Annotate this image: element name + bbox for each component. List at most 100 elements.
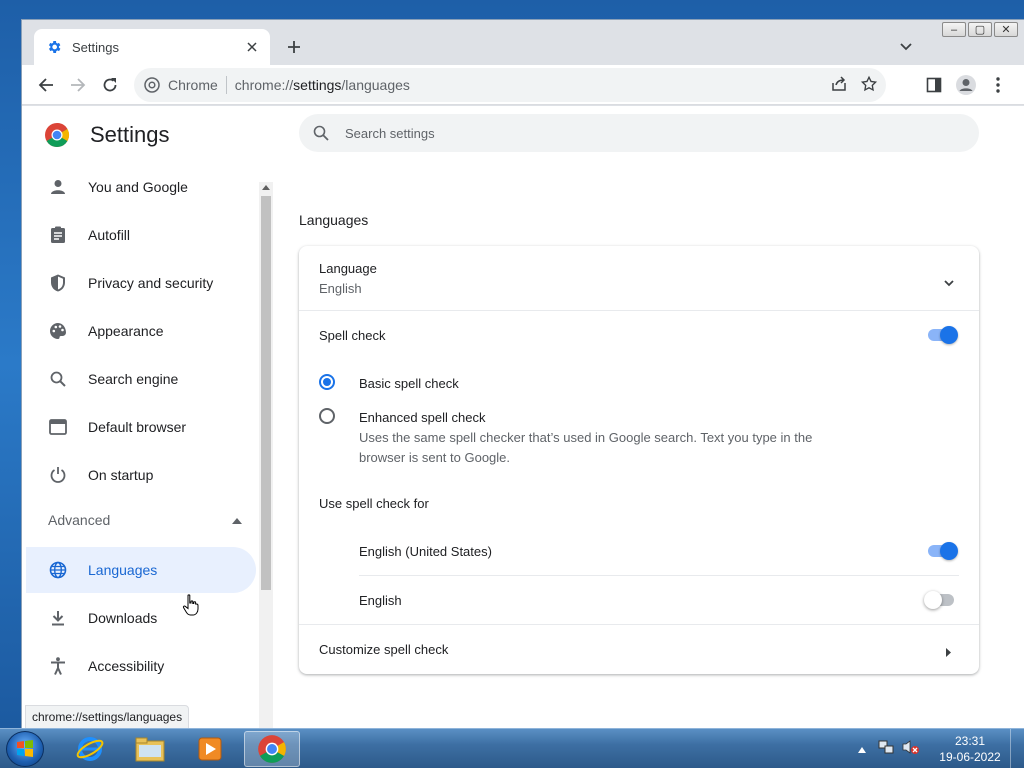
spell-lang-english-us-toggle[interactable] bbox=[926, 541, 960, 561]
sidebar-item-label: Downloads bbox=[88, 610, 158, 626]
gear-icon bbox=[46, 39, 62, 55]
download-icon bbox=[48, 608, 68, 628]
settings-sidebar: You and Google Autofill Privacy and secu… bbox=[22, 164, 258, 728]
spell-check-toggle[interactable] bbox=[926, 325, 960, 345]
status-bar-url: chrome://settings/languages bbox=[25, 705, 190, 728]
back-button[interactable] bbox=[34, 73, 58, 97]
toolbar: Chrome chrome://settings/languages bbox=[22, 65, 1024, 105]
shield-icon bbox=[48, 273, 68, 293]
sidebar-item-privacy-and-security[interactable]: Privacy and security bbox=[26, 260, 256, 306]
spell-lang-english-us-label: English (United States) bbox=[359, 544, 492, 559]
settings-page: Settings Search settings You and Google … bbox=[22, 106, 1024, 728]
side-panel-icon[interactable] bbox=[922, 73, 946, 97]
use-spell-check-for-label: Use spell check for bbox=[319, 496, 429, 511]
basic-spell-check-radio[interactable] bbox=[319, 374, 335, 390]
search-placeholder: Search settings bbox=[345, 125, 435, 141]
sidebar-item-default-browser[interactable]: Default browser bbox=[26, 404, 256, 450]
sidebar-advanced-toggle[interactable]: Advanced bbox=[26, 500, 256, 540]
clipboard-icon bbox=[48, 225, 68, 245]
sidebar-item-label: Default browser bbox=[88, 419, 187, 435]
system-tray: 23:31 19-06-2022 bbox=[858, 729, 1024, 768]
sidebar-item-label: Privacy and security bbox=[88, 275, 214, 291]
taskbar-internet-explorer[interactable] bbox=[62, 731, 118, 767]
chevron-down-icon[interactable] bbox=[944, 274, 954, 292]
sidebar-item-label: Autofill bbox=[88, 227, 131, 243]
language-label: Language bbox=[319, 261, 377, 276]
enhanced-spell-check-description-2: browser is sent to Google. bbox=[359, 450, 511, 465]
caret-up-icon bbox=[232, 511, 242, 529]
settings-header: Settings bbox=[44, 122, 170, 148]
sidebar-item-label: Languages bbox=[88, 562, 158, 578]
url-path: /languages bbox=[341, 77, 410, 93]
url-host: settings bbox=[293, 77, 342, 93]
start-button[interactable] bbox=[6, 731, 44, 767]
spell-lang-english-toggle[interactable] bbox=[924, 590, 958, 610]
taskbar-chrome[interactable] bbox=[244, 731, 300, 767]
new-tab-button[interactable] bbox=[284, 37, 304, 57]
omnibox-chip: Chrome bbox=[168, 77, 218, 93]
language-row[interactable]: Language English bbox=[299, 246, 979, 310]
bookmark-star-icon[interactable] bbox=[860, 75, 878, 98]
show-hidden-icons-icon[interactable] bbox=[858, 740, 866, 758]
sidebar-item-label: Accessibility bbox=[88, 658, 165, 674]
customize-spell-check-row[interactable]: Customize spell check bbox=[299, 625, 979, 673]
page-title: Settings bbox=[90, 122, 170, 147]
taskbar-clock[interactable]: 23:31 19-06-2022 bbox=[930, 733, 1010, 765]
scroll-up-arrow-icon[interactable] bbox=[262, 185, 270, 190]
accessibility-icon bbox=[48, 656, 68, 676]
sidebar-item-autofill[interactable]: Autofill bbox=[26, 212, 256, 258]
taskbar-file-explorer[interactable] bbox=[122, 731, 178, 767]
taskbar: 23:31 19-06-2022 bbox=[0, 728, 1024, 768]
hand-pointer-cursor-icon bbox=[182, 594, 199, 616]
close-tab-icon[interactable] bbox=[244, 39, 260, 55]
address-bar[interactable]: Chrome chrome://settings/languages bbox=[134, 68, 886, 102]
windows-logo-icon bbox=[17, 740, 33, 757]
kebab-menu-icon[interactable] bbox=[986, 73, 1010, 97]
sidebar-item-label: Search engine bbox=[88, 371, 179, 387]
sidebar-item-label: You and Google bbox=[88, 179, 188, 195]
sidebar-item-you-and-google[interactable]: You and Google bbox=[26, 164, 256, 210]
divider bbox=[299, 310, 979, 311]
tab-search-chevron-icon[interactable] bbox=[896, 37, 916, 57]
customize-spell-check-label: Customize spell check bbox=[319, 642, 449, 657]
languages-card: Language English Spell check Basic spell… bbox=[299, 246, 979, 674]
power-icon bbox=[48, 465, 68, 485]
arrow-right-icon bbox=[946, 644, 951, 662]
share-icon[interactable] bbox=[830, 75, 848, 98]
basic-spell-check-label: Basic spell check bbox=[359, 376, 459, 391]
sidebar-item-on-startup[interactable]: On startup bbox=[26, 452, 256, 498]
enhanced-spell-check-radio[interactable] bbox=[319, 408, 335, 424]
advanced-label: Advanced bbox=[48, 512, 111, 528]
sidebar-scrollbar[interactable] bbox=[259, 182, 273, 728]
person-icon bbox=[48, 177, 68, 197]
palette-icon bbox=[48, 321, 68, 341]
tab-settings[interactable]: Settings bbox=[34, 29, 270, 65]
search-icon bbox=[313, 125, 329, 141]
sidebar-item-appearance[interactable]: Appearance bbox=[26, 308, 256, 354]
chrome-logo-icon bbox=[45, 123, 70, 147]
sidebar-item-downloads[interactable]: Downloads bbox=[26, 595, 256, 641]
tab-title: Settings bbox=[72, 39, 119, 55]
internet-explorer-icon bbox=[76, 737, 104, 761]
volume-muted-icon[interactable] bbox=[902, 739, 920, 760]
language-value: English bbox=[319, 281, 362, 296]
taskbar-media-player[interactable] bbox=[182, 731, 238, 767]
scrollbar-thumb[interactable] bbox=[261, 196, 271, 590]
profile-avatar-icon[interactable] bbox=[954, 73, 978, 97]
search-settings-input[interactable]: Search settings bbox=[299, 114, 979, 152]
globe-icon bbox=[48, 560, 68, 580]
sidebar-item-accessibility[interactable]: Accessibility bbox=[26, 643, 256, 689]
sidebar-item-label: On startup bbox=[88, 467, 154, 483]
clock-time: 23:31 bbox=[954, 734, 986, 748]
forward-button[interactable] bbox=[66, 73, 90, 97]
network-icon[interactable] bbox=[878, 739, 894, 760]
chrome-taskbar-icon bbox=[258, 735, 286, 763]
tab-strip: Settings bbox=[22, 20, 1024, 65]
show-desktop-button[interactable] bbox=[1010, 729, 1024, 768]
clock-date: 19-06-2022 bbox=[939, 750, 1001, 764]
sidebar-item-languages[interactable]: Languages bbox=[26, 547, 256, 593]
sidebar-item-search-engine[interactable]: Search engine bbox=[26, 356, 256, 402]
reload-button[interactable] bbox=[98, 73, 122, 97]
media-player-icon bbox=[198, 737, 222, 761]
chrome-site-icon bbox=[144, 77, 160, 93]
